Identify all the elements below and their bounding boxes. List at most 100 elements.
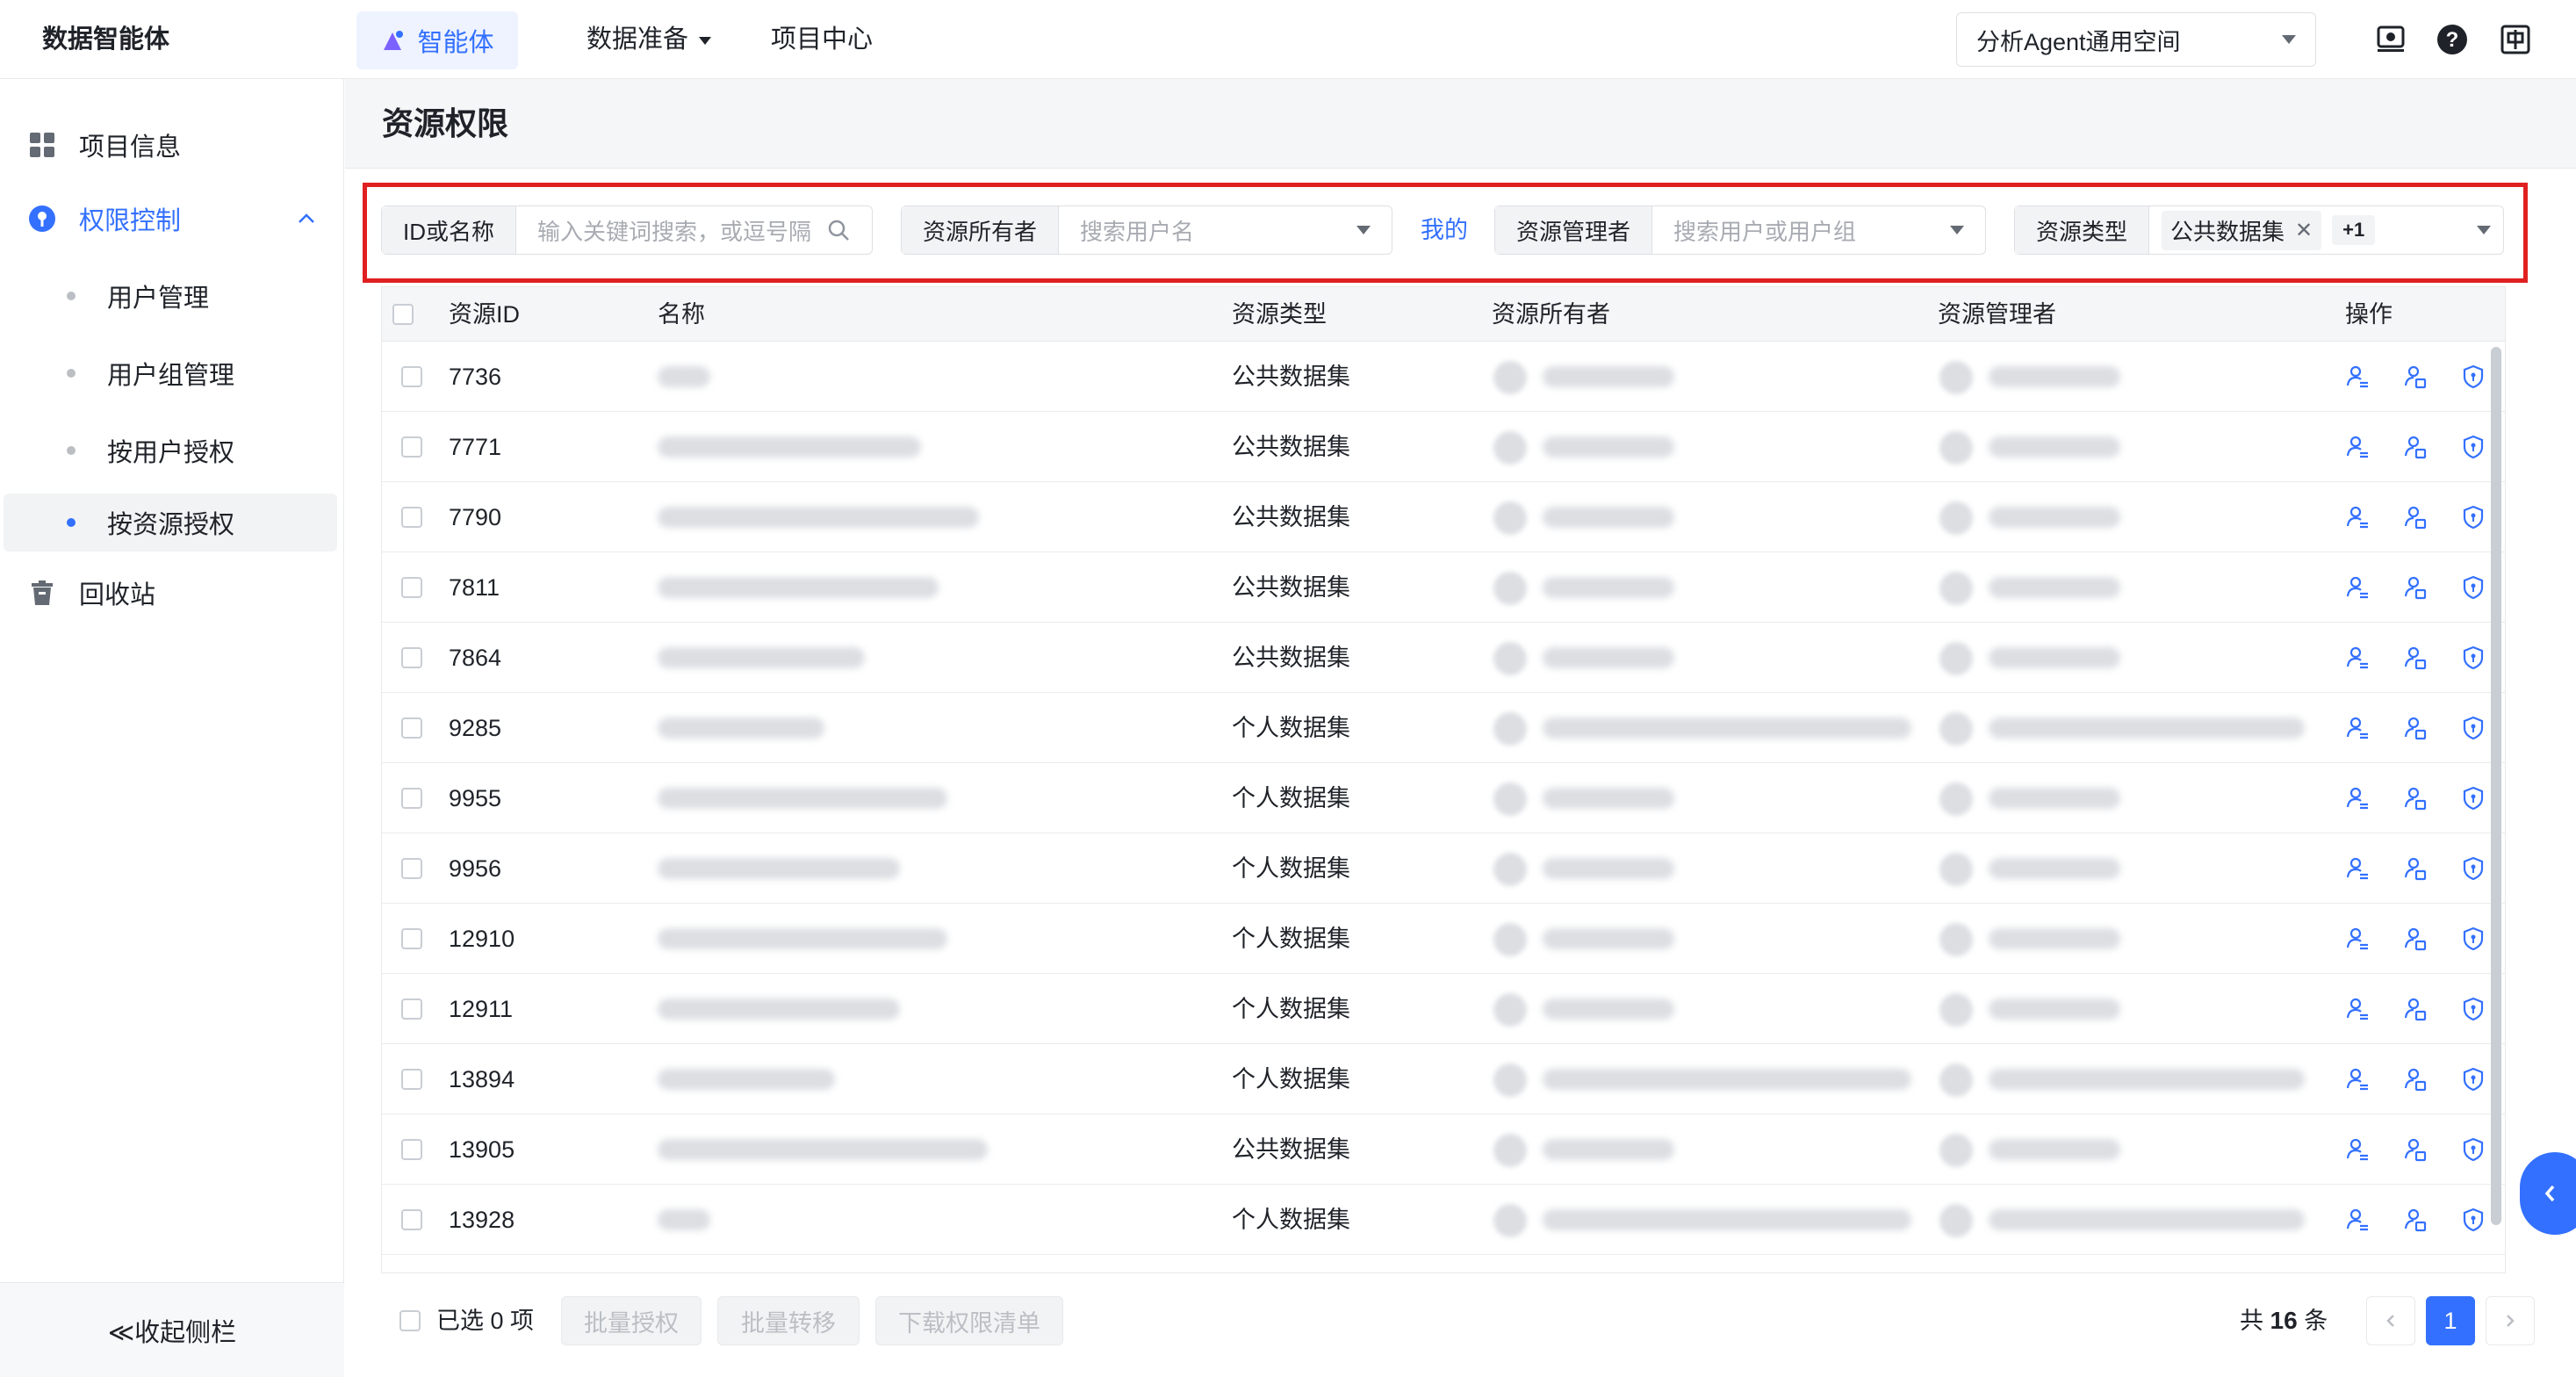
table-row[interactable]: 12911 个人数据集	[382, 974, 2505, 1044]
sidebar-item-project-info[interactable]: 项目信息	[0, 114, 344, 176]
shield-icon[interactable]	[2461, 856, 2486, 881]
row-checkbox[interactable]	[401, 788, 422, 809]
transfer-user-icon[interactable]	[2403, 1067, 2428, 1092]
grant-user-icon[interactable]	[2345, 716, 2370, 740]
footer-select-checkbox[interactable]	[399, 1310, 421, 1331]
shield-icon[interactable]	[2461, 1137, 2486, 1162]
grant-user-icon[interactable]	[2345, 505, 2370, 530]
row-checkbox[interactable]	[401, 928, 422, 949]
manager-avatar	[1939, 712, 1973, 746]
sidebar-item-permission-control[interactable]: 权限控制	[0, 188, 344, 249]
workspace-select[interactable]: 分析Agent通用空间	[1956, 12, 2316, 67]
next-page-button[interactable]	[2486, 1296, 2535, 1345]
shield-icon[interactable]	[2461, 364, 2486, 389]
sidebar-item-by-user[interactable]: 按用户授权	[0, 420, 344, 481]
grant-user-icon[interactable]	[2345, 435, 2370, 459]
grant-user-icon[interactable]	[2345, 1208, 2370, 1232]
row-checkbox[interactable]	[401, 1139, 422, 1160]
table-row[interactable]: 9285 个人数据集	[382, 693, 2505, 763]
shield-icon[interactable]	[2461, 997, 2486, 1021]
table-row[interactable]: 13905 公共数据集	[382, 1114, 2505, 1185]
row-checkbox[interactable]	[401, 858, 422, 879]
resource-type-select[interactable]: 公共数据集 ✕ +1	[2149, 206, 2503, 254]
grant-user-icon[interactable]	[2345, 926, 2370, 951]
table-scrollbar[interactable]	[2491, 347, 2501, 1225]
table-row[interactable]: 13894 个人数据集	[382, 1044, 2505, 1114]
grant-user-icon[interactable]	[2345, 364, 2370, 389]
mine-link[interactable]: 我的	[1421, 205, 1468, 255]
shield-icon[interactable]	[2461, 1067, 2486, 1092]
chevron-up-icon[interactable]	[297, 209, 316, 228]
shield-icon[interactable]	[2461, 786, 2486, 811]
transfer-user-icon[interactable]	[2403, 856, 2428, 881]
row-checkbox[interactable]	[401, 1069, 422, 1090]
transfer-user-icon[interactable]	[2403, 435, 2428, 459]
sidebar-item-group-manage[interactable]: 用户组管理	[0, 342, 344, 404]
collapse-sidebar-button[interactable]: ≪收起侧栏	[0, 1282, 344, 1377]
row-checkbox[interactable]	[401, 436, 422, 458]
table-row[interactable]: 9956 个人数据集	[382, 833, 2505, 904]
grant-user-icon[interactable]	[2345, 786, 2370, 811]
search-icon[interactable]	[826, 218, 851, 242]
table-row[interactable]: 9955 个人数据集	[382, 763, 2505, 833]
grant-user-icon[interactable]	[2345, 645, 2370, 670]
table-row[interactable]: 7771 公共数据集	[382, 412, 2505, 482]
download-permissions-button[interactable]: 下载权限清单	[875, 1296, 1063, 1345]
sidebar-item-recycle[interactable]: 回收站	[0, 562, 344, 624]
row-checkbox[interactable]	[401, 999, 422, 1020]
close-icon[interactable]: ✕	[2295, 218, 2313, 243]
sidebar-item-by-resource[interactable]: 按资源授权	[4, 494, 337, 552]
transfer-user-icon[interactable]	[2403, 786, 2428, 811]
language-icon[interactable]	[2499, 23, 2532, 56]
transfer-user-icon[interactable]	[2403, 364, 2428, 389]
transfer-user-icon[interactable]	[2403, 505, 2428, 530]
manager-select[interactable]: 搜索用户或用户组	[1652, 206, 1985, 254]
table-row[interactable]: 13928 个人数据集	[382, 1185, 2505, 1255]
table-row[interactable]: 7790 公共数据集	[382, 482, 2505, 552]
row-checkbox[interactable]	[401, 717, 422, 739]
transfer-user-icon[interactable]	[2403, 997, 2428, 1021]
row-checkbox[interactable]	[401, 507, 422, 528]
grant-user-icon[interactable]	[2345, 997, 2370, 1021]
shield-icon[interactable]	[2461, 716, 2486, 740]
transfer-user-icon[interactable]	[2403, 1137, 2428, 1162]
help-icon[interactable]: ?	[2436, 23, 2469, 56]
nav-project-center[interactable]: 项目中心	[771, 0, 873, 79]
nav-agent-tab[interactable]: 智能体	[356, 11, 518, 69]
grant-user-icon[interactable]	[2345, 575, 2370, 600]
shield-icon[interactable]	[2461, 645, 2486, 670]
shield-icon[interactable]	[2461, 505, 2486, 530]
grant-user-icon[interactable]	[2345, 856, 2370, 881]
transfer-user-icon[interactable]	[2403, 645, 2428, 670]
select-all-checkbox[interactable]	[392, 304, 414, 325]
row-checkbox[interactable]	[401, 577, 422, 598]
table-row[interactable]: 12910 个人数据集	[382, 904, 2505, 974]
batch-grant-button[interactable]: 批量授权	[561, 1296, 702, 1345]
transfer-user-icon[interactable]	[2403, 1208, 2428, 1232]
table-row[interactable]: 7811 公共数据集	[382, 552, 2505, 623]
grant-user-icon[interactable]	[2345, 1137, 2370, 1162]
chevron-left-icon	[2386, 1315, 2394, 1327]
owner-select[interactable]: 搜索用户名	[1059, 206, 1392, 254]
row-checkbox[interactable]	[401, 1209, 422, 1230]
transfer-user-icon[interactable]	[2403, 575, 2428, 600]
transfer-user-icon[interactable]	[2403, 926, 2428, 951]
shield-icon[interactable]	[2461, 926, 2486, 951]
batch-transfer-button[interactable]: 批量转移	[717, 1296, 860, 1345]
page-1-button[interactable]: 1	[2426, 1296, 2475, 1345]
transfer-user-icon[interactable]	[2403, 716, 2428, 740]
shield-icon[interactable]	[2461, 1208, 2486, 1232]
id-name-search-input[interactable]: 输入关键词搜索，或逗号隔	[516, 206, 872, 254]
shield-icon[interactable]	[2461, 575, 2486, 600]
row-checkbox[interactable]	[401, 366, 422, 387]
floating-expand-button[interactable]	[2520, 1152, 2576, 1235]
prev-page-button[interactable]	[2366, 1296, 2415, 1345]
shield-icon[interactable]	[2461, 435, 2486, 459]
nav-data-prep[interactable]: 数据准备	[586, 0, 712, 79]
row-checkbox[interactable]	[401, 647, 422, 668]
table-row[interactable]: 7864 公共数据集	[382, 623, 2505, 693]
sidebar-item-user-manage[interactable]: 用户管理	[0, 265, 344, 327]
table-row[interactable]: 7736 公共数据集	[382, 342, 2505, 412]
grant-user-icon[interactable]	[2345, 1067, 2370, 1092]
screen-record-icon[interactable]	[2374, 23, 2407, 56]
